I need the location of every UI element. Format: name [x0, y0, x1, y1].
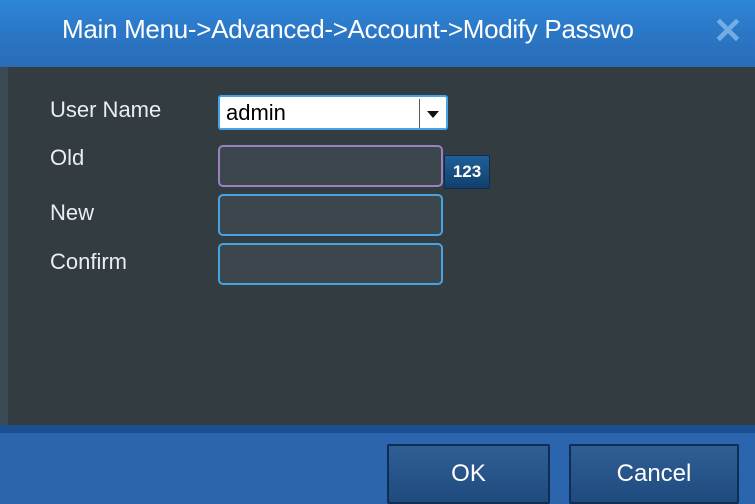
close-icon[interactable]: ✕: [711, 13, 745, 49]
modify-password-dialog: Main Menu->Advanced->Account->Modify Pas…: [0, 0, 755, 504]
user-name-label: User Name: [50, 97, 162, 122]
new-password-field[interactable]: [218, 194, 443, 236]
confirm-password-label: Confirm: [50, 249, 128, 274]
new-password-label: New: [50, 200, 95, 225]
old-password-field[interactable]: [218, 145, 443, 187]
dialog-title: Main Menu->Advanced->Account->Modify Pas…: [62, 14, 634, 44]
old-password-label: Old: [50, 145, 85, 170]
confirm-password-field[interactable]: [218, 243, 443, 285]
footer-divider: [0, 425, 755, 433]
chevron-down-icon[interactable]: [419, 99, 444, 128]
cancel-button[interactable]: Cancel: [569, 444, 739, 504]
user-name-select[interactable]: admin: [218, 95, 448, 130]
input-mode-button[interactable]: 123: [444, 155, 490, 189]
ok-button[interactable]: OK: [387, 444, 550, 504]
dialog-footer: OK Cancel: [0, 425, 755, 504]
dialog-body: User Name admin Old 123 New Confirm: [0, 67, 755, 425]
user-name-value: admin: [226, 100, 286, 125]
title-bar: Main Menu->Advanced->Account->Modify Pas…: [0, 0, 755, 67]
